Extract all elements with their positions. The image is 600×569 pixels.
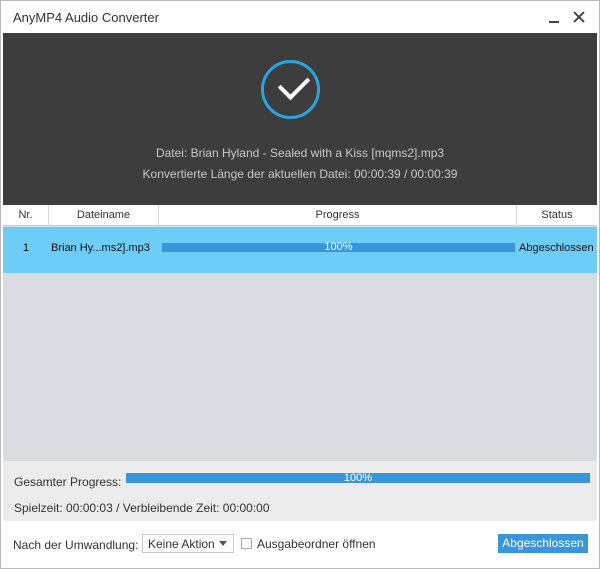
converted-length-label: Konvertierte Länge der aktuellen Datei: … (142, 167, 458, 181)
open-folder-label[interactable]: Ausgabeordner öffnen (257, 537, 376, 551)
total-progress-text: 100% (343, 472, 373, 484)
checkmark-glyph (277, 67, 311, 101)
table-header: Nr. Dateiname Progress Status (3, 205, 597, 226)
after-conversion-value: Keine Aktion (148, 537, 215, 551)
column-header-status[interactable]: Status (517, 205, 597, 225)
file-table: Nr. Dateiname Progress Status 1 Brian Hy… (3, 205, 597, 461)
time-info: Spielzeit: 00:00:03 / Verbleibende Zeit:… (14, 501, 270, 515)
bottom-bar: Nach der Umwandlung: Keine Aktion Ausgab… (1, 521, 599, 568)
table-row[interactable]: 1 Brian Hy...ms2].mp3 100% Abgeschlossen (3, 227, 597, 273)
success-check-icon (261, 60, 320, 119)
done-button[interactable]: Abgeschlossen (498, 534, 588, 553)
row-filename: Brian Hy...ms2].mp3 (51, 242, 150, 254)
after-conversion-select[interactable]: Keine Aktion (142, 534, 234, 553)
column-header-filename[interactable]: Dateiname (49, 205, 159, 225)
column-header-nr[interactable]: Nr. (3, 205, 49, 225)
title-bar: AnyMP4 Audio Converter (1, 1, 599, 33)
app-window: AnyMP4 Audio Converter Datei: Brian Hyla… (0, 0, 600, 569)
conversion-header: Datei: Brian Hyland - Sealed with a Kiss… (3, 33, 597, 205)
row-number: 1 (22, 242, 30, 254)
row-progress-text: 100% (324, 241, 353, 253)
window-title: AnyMP4 Audio Converter (13, 10, 159, 25)
column-header-progress[interactable]: Progress (159, 205, 517, 225)
current-file-label: Datei: Brian Hyland - Sealed with a Kiss… (155, 146, 445, 160)
after-conversion-label: Nach der Umwandlung: (13, 538, 139, 552)
minimize-icon[interactable] (547, 10, 561, 24)
chevron-down-icon (219, 541, 227, 546)
open-folder-checkbox[interactable] (241, 538, 252, 549)
overall-progress-panel: Gesamter Progress: 100% Spielzeit: 00:00… (3, 461, 597, 521)
close-icon[interactable] (572, 10, 586, 24)
row-status: Abgeschlossen (519, 242, 594, 254)
total-progress-label: Gesamter Progress: (14, 475, 122, 489)
